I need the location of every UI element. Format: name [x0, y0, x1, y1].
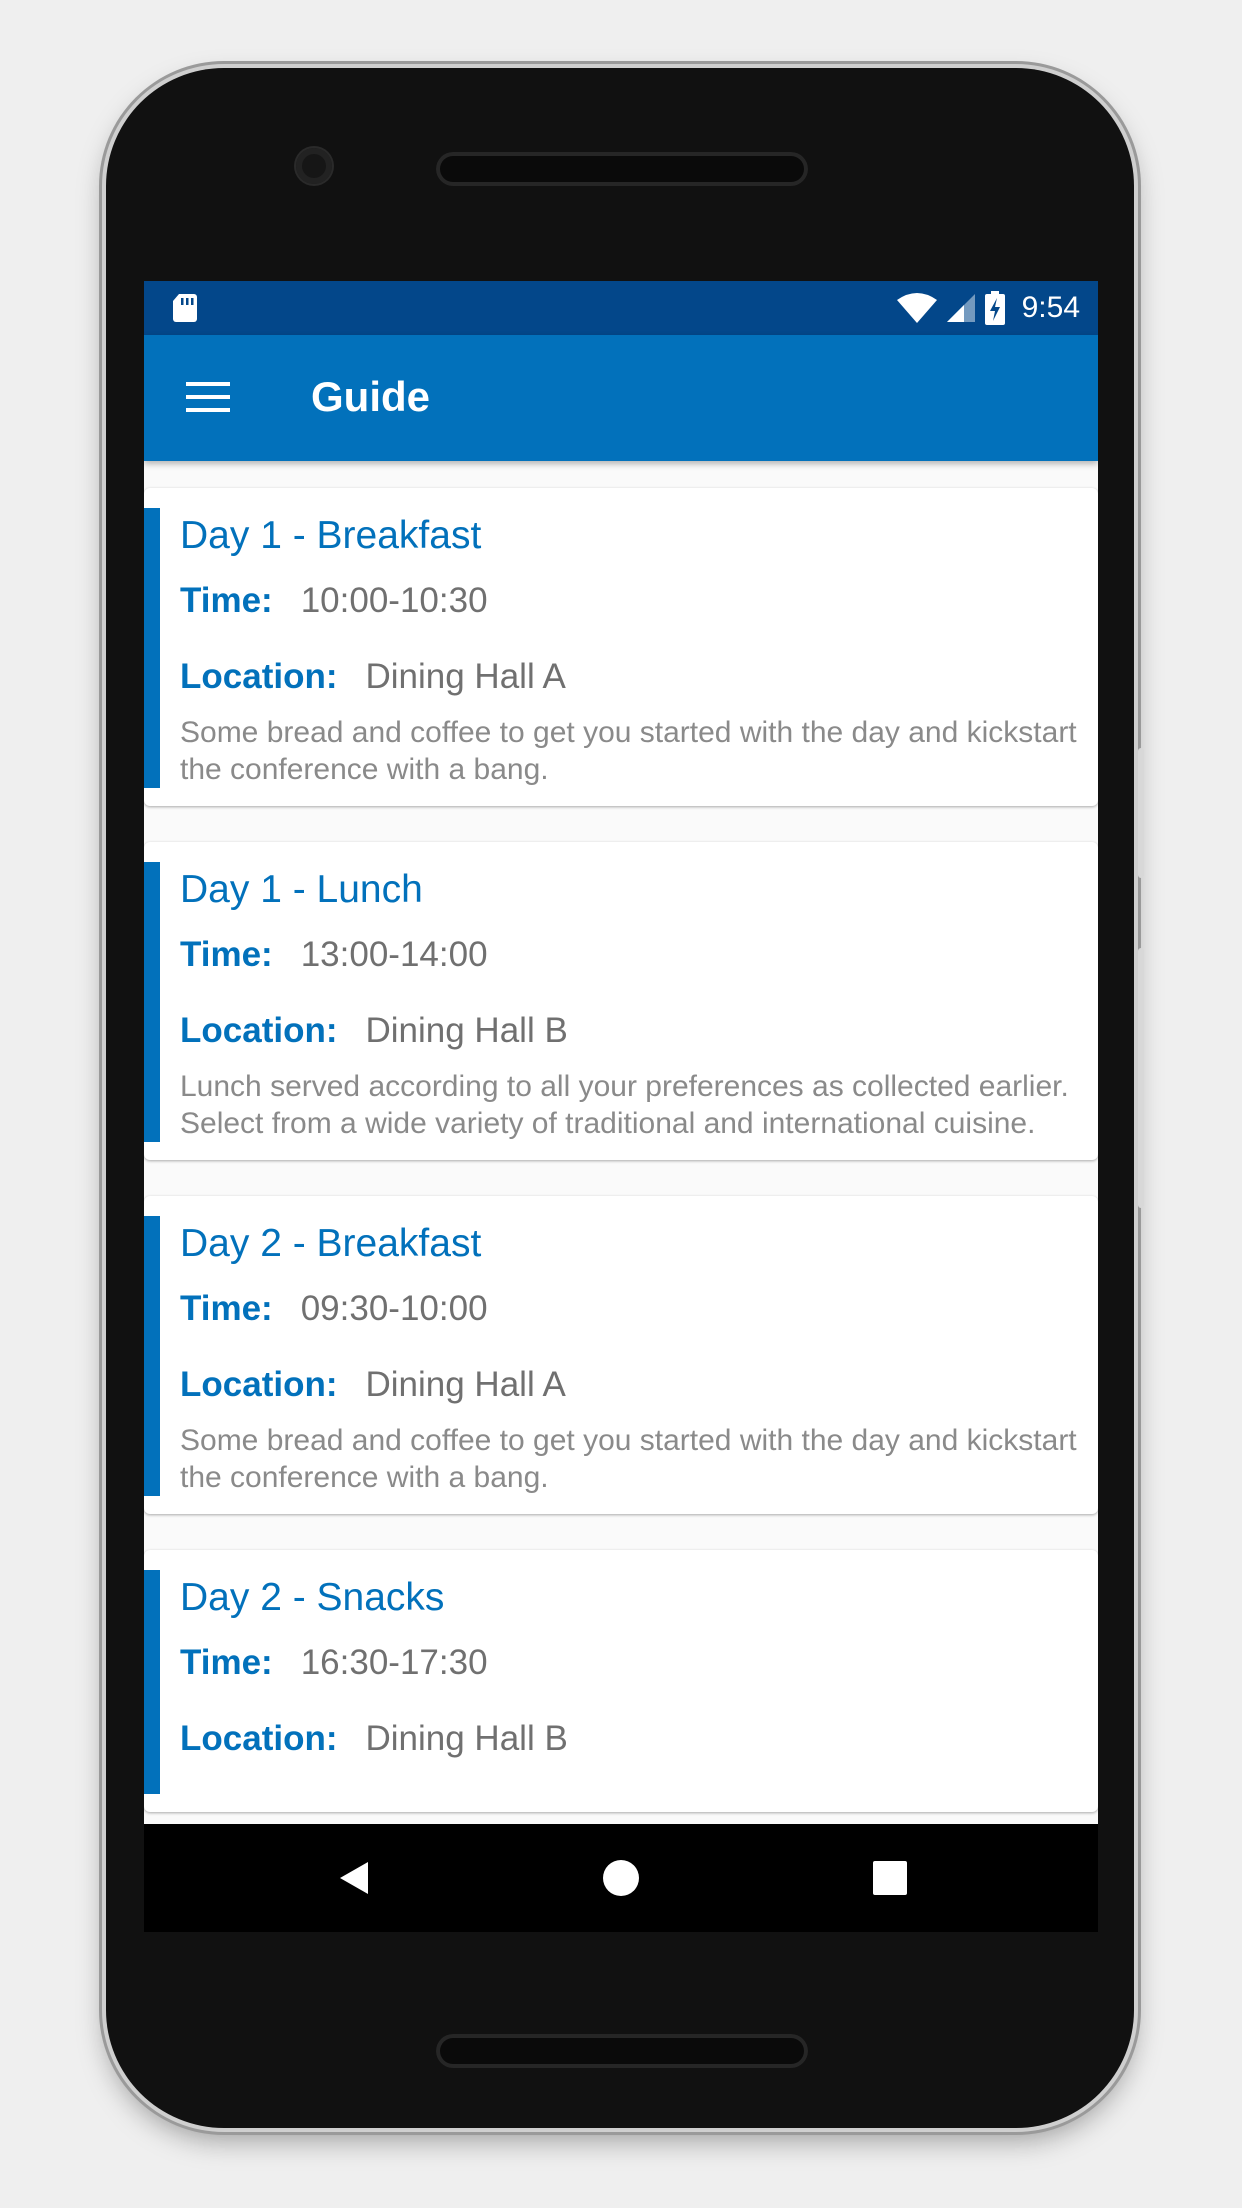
item-title: Day 2 - Breakfast: [180, 1222, 482, 1265]
location-label: Location:: [180, 1719, 338, 1758]
recents-icon[interactable]: [870, 1858, 910, 1898]
guide-list[interactable]: Day 1 - Breakfast Time: 10:00-10:30 Loca…: [144, 488, 1098, 1848]
item-description: Lunch served according to all your prefe…: [180, 1070, 1069, 1140]
back-icon[interactable]: [334, 1858, 374, 1898]
time-label: Time:: [180, 935, 273, 974]
time-value: 09:30-10:00: [300, 1289, 488, 1328]
sd-card-icon: [173, 294, 197, 322]
location-value: Dining Hall B: [365, 1719, 568, 1758]
card-accent-bar: [144, 1570, 160, 1794]
card-accent-bar: [144, 1216, 160, 1496]
top-speaker: [436, 152, 808, 186]
location-value: Dining Hall B: [365, 1011, 568, 1050]
item-title: Day 1 - Lunch: [180, 868, 423, 911]
item-description: Some bread and coffee to get you started…: [180, 716, 1077, 786]
signal-icon: [946, 294, 975, 322]
time-value: 10:00-10:30: [300, 581, 488, 620]
location-label: Location:: [180, 1365, 338, 1404]
bottom-speaker: [436, 2034, 808, 2068]
status-bar: 9:54: [144, 281, 1098, 335]
status-icons: 9:54: [896, 281, 1080, 335]
list-item[interactable]: Day 2 - Breakfast Time: 09:30-10:00 Loca…: [144, 1196, 1098, 1514]
location-value: Dining Hall A: [365, 657, 566, 696]
volume-button: [1138, 948, 1144, 1208]
location-row: Location: Dining Hall B: [180, 1010, 1080, 1052]
power-button: [1138, 748, 1144, 878]
battery-charging-icon: [984, 291, 1005, 325]
list-item[interactable]: Day 1 - Lunch Time: 13:00-14:00 Location…: [144, 842, 1098, 1160]
time-row: Time: 09:30-10:00: [180, 1288, 1080, 1330]
wifi-icon: [896, 293, 937, 323]
time-label: Time:: [180, 1643, 273, 1682]
navigation-bar: [144, 1824, 1098, 1932]
time-row: Time: 13:00-14:00: [180, 934, 1080, 976]
page-title: Guide: [311, 373, 431, 420]
location-label: Location:: [180, 657, 338, 696]
time-row: Time: 10:00-10:30: [180, 580, 1080, 622]
status-time: 9:54: [1021, 291, 1080, 324]
card-accent-bar: [144, 862, 160, 1142]
time-value: 13:00-14:00: [300, 935, 488, 974]
location-value: Dining Hall A: [365, 1365, 566, 1404]
time-value: 16:30-17:30: [300, 1643, 488, 1682]
location-row: Location: Dining Hall A: [180, 656, 1080, 698]
list-item[interactable]: Day 1 - Breakfast Time: 10:00-10:30 Loca…: [144, 488, 1098, 806]
item-title: Day 1 - Breakfast: [180, 514, 482, 557]
item-description: Some bread and coffee to get you started…: [180, 1424, 1077, 1494]
app-bar: Guide: [144, 335, 1098, 461]
time-label: Time:: [180, 1289, 273, 1328]
location-row: Location: Dining Hall A: [180, 1364, 1080, 1406]
location-label: Location:: [180, 1011, 338, 1050]
item-title: Day 2 - Snacks: [180, 1576, 445, 1619]
time-label: Time:: [180, 581, 273, 620]
home-icon[interactable]: [601, 1858, 641, 1898]
location-row: Location: Dining Hall B: [180, 1718, 1080, 1760]
card-accent-bar: [144, 508, 160, 788]
time-row: Time: 16:30-17:30: [180, 1642, 1080, 1684]
hamburger-menu-icon[interactable]: [186, 379, 230, 415]
screen: 9:54 Guide Day 1 - Breakfast Time: 10:00…: [144, 281, 1098, 1932]
front-camera: [296, 148, 332, 184]
list-item[interactable]: Day 2 - Snacks Time: 16:30-17:30 Locatio…: [144, 1550, 1098, 1812]
